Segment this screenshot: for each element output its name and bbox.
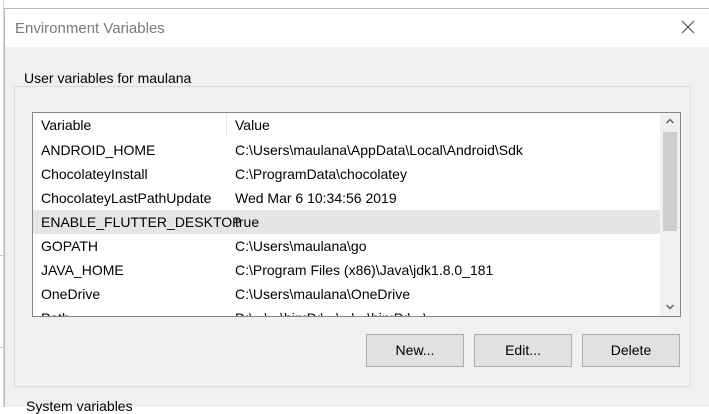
window-title: Environment Variables [15,20,165,37]
user-variables-list[interactable]: Variable Value ANDROID_HOME C:\Users\mau… [32,112,681,317]
variable-name: Path [41,306,70,316]
list-row[interactable]: ChocolateyLastPathUpdate Wed Mar 6 10:34… [33,186,660,210]
list-row[interactable]: ChocolateyInstall C:\ProgramData\chocola… [33,162,660,186]
chevron-down-icon [666,304,674,310]
variable-name: ENABLE_FLUTTER_DESKTOP [41,214,242,230]
column-header-variable[interactable]: Variable [33,113,227,137]
variable-value: C:\ProgramData\chocolatey [235,166,407,182]
scroll-thumb[interactable] [663,132,677,231]
list-row-selected[interactable]: ENABLE_FLUTTER_DESKTOP true [33,210,660,234]
column-header-value[interactable]: Value [227,113,660,137]
list-row[interactable]: OneDrive C:\Users\maulana\OneDrive [33,282,660,306]
variable-value: C:\Users\maulana\AppData\Local\Android\S… [235,142,523,158]
vertical-scrollbar[interactable] [660,113,680,316]
close-button[interactable] [669,9,709,47]
background-window-mark [0,347,3,348]
list-rows: ANDROID_HOME C:\Users\maulana\AppData\Lo… [33,138,660,316]
scroll-down-button[interactable] [660,299,680,316]
edit-button[interactable]: Edit... [474,334,572,367]
variable-name: JAVA_HOME [41,262,124,278]
new-button[interactable]: New... [366,334,464,367]
variable-value: C:\Users\maulana\go [235,238,367,254]
close-icon [681,20,695,34]
variable-name: ChocolateyInstall [41,166,148,182]
variable-name: ChocolateyLastPathUpdate [41,190,212,206]
variable-name: OneDrive [41,286,101,302]
variable-value: C:\Users\maulana\OneDrive [235,286,411,302]
list-row-partial[interactable]: Path D:\...\...\bin;D:\...\...\...\bin;D… [33,306,660,316]
variable-value: true [235,214,260,230]
list-row[interactable]: JAVA_HOME C:\Program Files (x86)\Java\jd… [33,258,660,282]
background-window-mark [0,255,3,256]
variable-value: C:\Program Files (x86)\Java\jdk1.8.0_181 [235,262,494,278]
variable-name: ANDROID_HOME [41,142,156,158]
variable-name: GOPATH [41,238,99,254]
scroll-up-button[interactable] [660,113,680,130]
variable-value: Wed Mar 6 10:34:56 2019 [235,190,397,206]
system-variables-label: System variables [26,398,133,414]
delete-button[interactable]: Delete [582,334,680,367]
user-variables-label: User variables for maulana [20,70,196,86]
list-row[interactable]: ANDROID_HOME C:\Users\maulana\AppData\Lo… [33,138,660,162]
list-row[interactable]: GOPATH C:\Users\maulana\go [33,234,660,258]
title-bar: Environment Variables [5,9,709,47]
chevron-up-icon [666,118,674,124]
list-header: Variable Value [33,113,660,137]
variable-value: D:\...\...\bin;D:\...\...\...\bin;D:\...… [235,306,439,316]
